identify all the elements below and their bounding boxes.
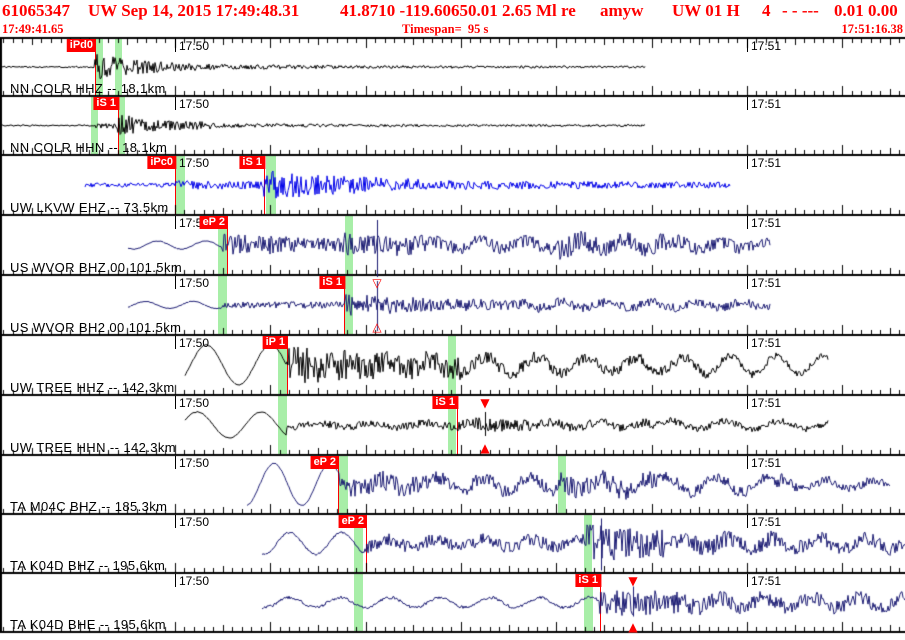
pick-flag[interactable]: iPc0 (147, 156, 176, 169)
amplitude-marker-bottom: ▲ (628, 620, 638, 634)
time-label: 17:50 (175, 97, 209, 111)
pick-flag[interactable]: iS 1 (319, 276, 345, 289)
pick-flag[interactable]: iS 1 (432, 396, 458, 409)
station-label: US WVOR BH2 00 101.5km (10, 320, 182, 335)
station-label: TA K04D BHZ -- 195.6km (10, 558, 166, 573)
time-label: 17:51 (747, 515, 781, 529)
station-label: NN COLR HHZ -- 18.1km (10, 81, 166, 96)
pick-flag[interactable]: iS 1 (575, 574, 601, 587)
station-label: TA M04C BHZ -- 185.3km (10, 499, 168, 514)
time-label: 17:51 (747, 39, 781, 53)
station-label: UW TREE HHN -- 142.3km (10, 440, 177, 455)
time-label: 17:51 (747, 97, 781, 111)
pick-flag[interactable]: iS 1 (239, 156, 265, 169)
time-label: 17:50 (175, 574, 209, 588)
pick-flag[interactable]: eP 2 (199, 216, 228, 229)
pick-flag[interactable]: eP 2 (338, 515, 367, 528)
amplitude-marker-top: ▼ (628, 574, 638, 588)
time-label: 17:51 (747, 156, 781, 170)
pick-flag[interactable]: eP 2 (310, 456, 339, 469)
amplitude-marker-top: ▼ (480, 396, 490, 410)
amplitude-marker-bottom: △ (372, 320, 382, 334)
time-label: 17:51 (747, 216, 781, 230)
time-label: 17:50 (175, 396, 209, 410)
time-label: 17:50 (175, 336, 209, 350)
station-label: US WVOR BHZ 00 101.5km (10, 260, 183, 275)
time-label: 17:51 (747, 456, 781, 470)
pick-flag[interactable]: iPd0 (66, 39, 96, 52)
time-label: 17:51 (747, 396, 781, 410)
seismogram-viewer-window: 61065347 UW Sep 14, 2015 17:49:48.31 41.… (0, 0, 905, 640)
time-label: 17:50 (175, 276, 209, 290)
time-label: 17:51 (747, 574, 781, 588)
amplitude-marker-bottom: ▲ (480, 441, 490, 455)
station-label: UW LKVW EHZ -- 73.5km (10, 200, 169, 215)
time-label: 17:50 (175, 456, 209, 470)
pick-flag[interactable]: iS 1 (93, 97, 119, 110)
time-label: 17:51 (747, 336, 781, 350)
time-label: 17:50 (175, 515, 209, 529)
amplitude-marker-top: ▽ (372, 276, 382, 290)
time-label: 17:50 (175, 39, 209, 53)
station-label: UW TREE HHZ -- 142.3km (10, 380, 175, 395)
time-label: 17:50 (175, 156, 209, 170)
time-label: 17:51 (747, 276, 781, 290)
station-label: NN COLR HHN -- 18.1km (10, 140, 168, 155)
pick-flag[interactable]: iP 1 (262, 336, 288, 349)
station-label: TA K04D BHE -- 195.6km (10, 617, 166, 632)
